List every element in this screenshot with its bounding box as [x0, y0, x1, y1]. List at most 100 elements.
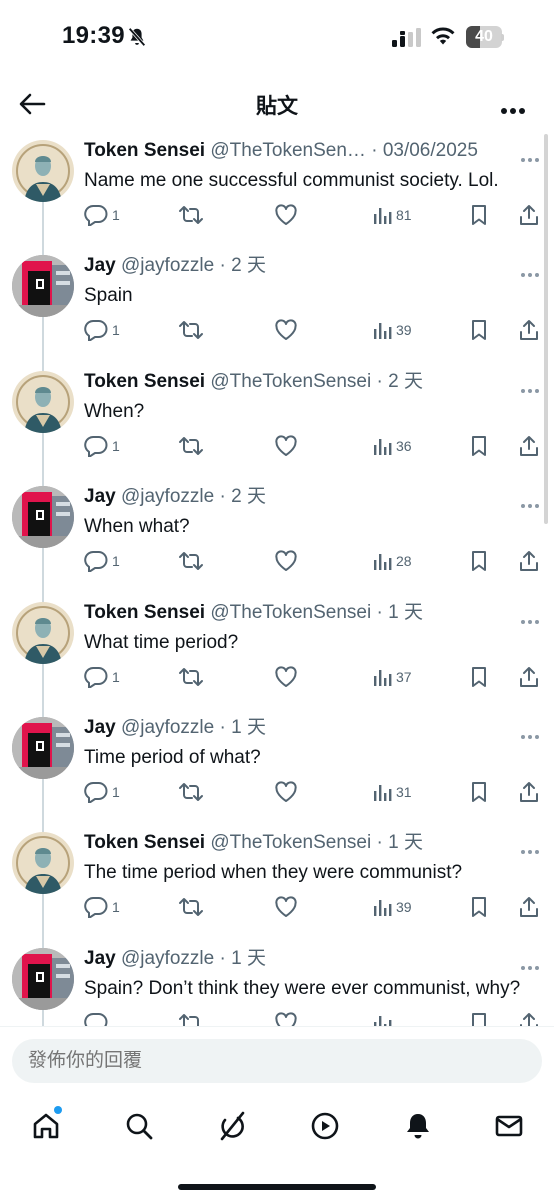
- avatar-jay[interactable]: [12, 947, 74, 1010]
- tweet[interactable]: Token Sensei @TheTokenSensei · 2 天 When?…: [0, 359, 554, 474]
- search-icon[interactable]: [119, 1106, 159, 1146]
- avatar-token-sensei[interactable]: [12, 370, 74, 433]
- avatar-jay[interactable]: [12, 255, 74, 318]
- repost-button[interactable]: [178, 779, 204, 805]
- reply-button[interactable]: 1: [84, 664, 120, 690]
- reply-button[interactable]: 1: [84, 548, 120, 574]
- bookmark-button[interactable]: [469, 202, 489, 228]
- bookmark-button[interactable]: [469, 1010, 489, 1026]
- notifications-icon[interactable]: [398, 1106, 438, 1146]
- views-chart-icon: [372, 1013, 392, 1026]
- tweet-more-icon[interactable]: [520, 842, 540, 860]
- bookmark-button[interactable]: [469, 433, 489, 459]
- tweet-more-icon[interactable]: [520, 496, 540, 514]
- author-handle[interactable]: @TheTokenSen…: [210, 140, 366, 161]
- more-options-icon[interactable]: [500, 102, 526, 120]
- share-button[interactable]: [518, 894, 540, 920]
- author-handle[interactable]: @jayfozzle: [121, 486, 214, 507]
- author-handle[interactable]: @TheTokenSensei: [210, 371, 371, 392]
- tweet-more-icon[interactable]: [520, 265, 540, 283]
- author-name[interactable]: Token Sensei: [84, 832, 205, 853]
- repost-button[interactable]: [178, 1010, 204, 1026]
- views-button[interactable]: 37: [372, 664, 412, 690]
- avatar-token-sensei[interactable]: [12, 601, 74, 664]
- tweet-more-icon[interactable]: [520, 150, 540, 168]
- like-button[interactable]: [274, 317, 298, 343]
- author-handle[interactable]: @jayfozzle: [121, 717, 214, 738]
- like-button[interactable]: [274, 894, 298, 920]
- views-button[interactable]: [372, 1010, 396, 1026]
- share-button[interactable]: [518, 779, 540, 805]
- author-handle[interactable]: @jayfozzle: [121, 948, 214, 969]
- tweet[interactable]: Token Sensei @TheTokenSensei · 1 天 The t…: [0, 820, 554, 935]
- tweet[interactable]: Jay @jayfozzle · 2 天 Spain 1 39: [0, 243, 554, 358]
- tweet[interactable]: Token Sensei @TheTokenSensei · 1 天 What …: [0, 590, 554, 705]
- share-button[interactable]: [518, 1010, 540, 1026]
- author-name[interactable]: Token Sensei: [84, 371, 205, 392]
- reply-button[interactable]: 1: [84, 433, 120, 459]
- reply-input[interactable]: [12, 1039, 542, 1083]
- bookmark-button[interactable]: [469, 548, 489, 574]
- avatar-token-sensei[interactable]: [12, 832, 74, 895]
- home-icon[interactable]: [26, 1106, 66, 1146]
- views-button[interactable]: 28: [372, 548, 412, 574]
- views-button[interactable]: 31: [372, 779, 412, 805]
- tweet[interactable]: Jay @jayfozzle · 1 天 Time period of what…: [0, 705, 554, 820]
- share-button[interactable]: [518, 664, 540, 690]
- repost-button[interactable]: [178, 894, 204, 920]
- bookmark-button[interactable]: [469, 317, 489, 343]
- author-name[interactable]: Jay: [84, 486, 116, 507]
- bookmark-button[interactable]: [469, 779, 489, 805]
- share-button[interactable]: [518, 548, 540, 574]
- views-button[interactable]: 36: [372, 433, 412, 459]
- reply-button[interactable]: 1: [84, 317, 120, 343]
- author-handle[interactable]: @TheTokenSensei: [210, 832, 371, 853]
- views-chart-icon: [372, 320, 392, 340]
- views-button[interactable]: 39: [372, 317, 412, 343]
- reply-button[interactable]: [84, 1010, 112, 1026]
- grok-icon[interactable]: [212, 1106, 252, 1146]
- bookmark-button[interactable]: [469, 664, 489, 690]
- like-button[interactable]: [274, 779, 298, 805]
- timestamp: 1 天: [231, 717, 266, 738]
- messages-icon[interactable]: [489, 1106, 529, 1146]
- home-indicator[interactable]: [178, 1184, 376, 1190]
- tweet-more-icon[interactable]: [520, 381, 540, 399]
- reply-button[interactable]: 1: [84, 779, 120, 805]
- tweet[interactable]: Token Sensei @TheTokenSen… · 03/06/2025 …: [0, 128, 554, 243]
- reply-button[interactable]: 1: [84, 894, 120, 920]
- views-button[interactable]: 39: [372, 894, 412, 920]
- tweet-more-icon[interactable]: [520, 958, 540, 976]
- tweet[interactable]: Jay @jayfozzle · 1 天 Spain? Don’t think …: [0, 936, 554, 1026]
- tweet[interactable]: Jay @jayfozzle · 2 天 When what? 1 28: [0, 474, 554, 589]
- author-name[interactable]: Token Sensei: [84, 140, 205, 161]
- author-name[interactable]: Jay: [84, 948, 116, 969]
- author-name[interactable]: Jay: [84, 717, 116, 738]
- bookmark-button[interactable]: [469, 894, 489, 920]
- author-handle[interactable]: @TheTokenSensei: [210, 602, 371, 623]
- author-handle[interactable]: @jayfozzle: [121, 255, 214, 276]
- repost-button[interactable]: [178, 202, 204, 228]
- reply-button[interactable]: 1: [84, 202, 120, 228]
- tweet-more-icon[interactable]: [520, 727, 540, 745]
- author-name[interactable]: Token Sensei: [84, 602, 205, 623]
- repost-button[interactable]: [178, 548, 204, 574]
- author-name[interactable]: Jay: [84, 255, 116, 276]
- like-button[interactable]: [274, 664, 298, 690]
- play-icon[interactable]: [305, 1106, 345, 1146]
- repost-button[interactable]: [178, 317, 204, 343]
- avatar-token-sensei[interactable]: [12, 140, 74, 202]
- repost-button[interactable]: [178, 664, 204, 690]
- share-button[interactable]: [518, 433, 540, 459]
- like-button[interactable]: [274, 433, 298, 459]
- avatar-jay[interactable]: [12, 486, 74, 549]
- views-button[interactable]: 81: [372, 202, 412, 228]
- like-button[interactable]: [274, 202, 298, 228]
- share-button[interactable]: [518, 202, 540, 228]
- like-button[interactable]: [274, 1010, 298, 1026]
- avatar-jay[interactable]: [12, 717, 74, 779]
- tweet-more-icon[interactable]: [520, 612, 540, 630]
- repost-button[interactable]: [178, 433, 204, 459]
- share-button[interactable]: [518, 317, 540, 343]
- like-button[interactable]: [274, 548, 298, 574]
